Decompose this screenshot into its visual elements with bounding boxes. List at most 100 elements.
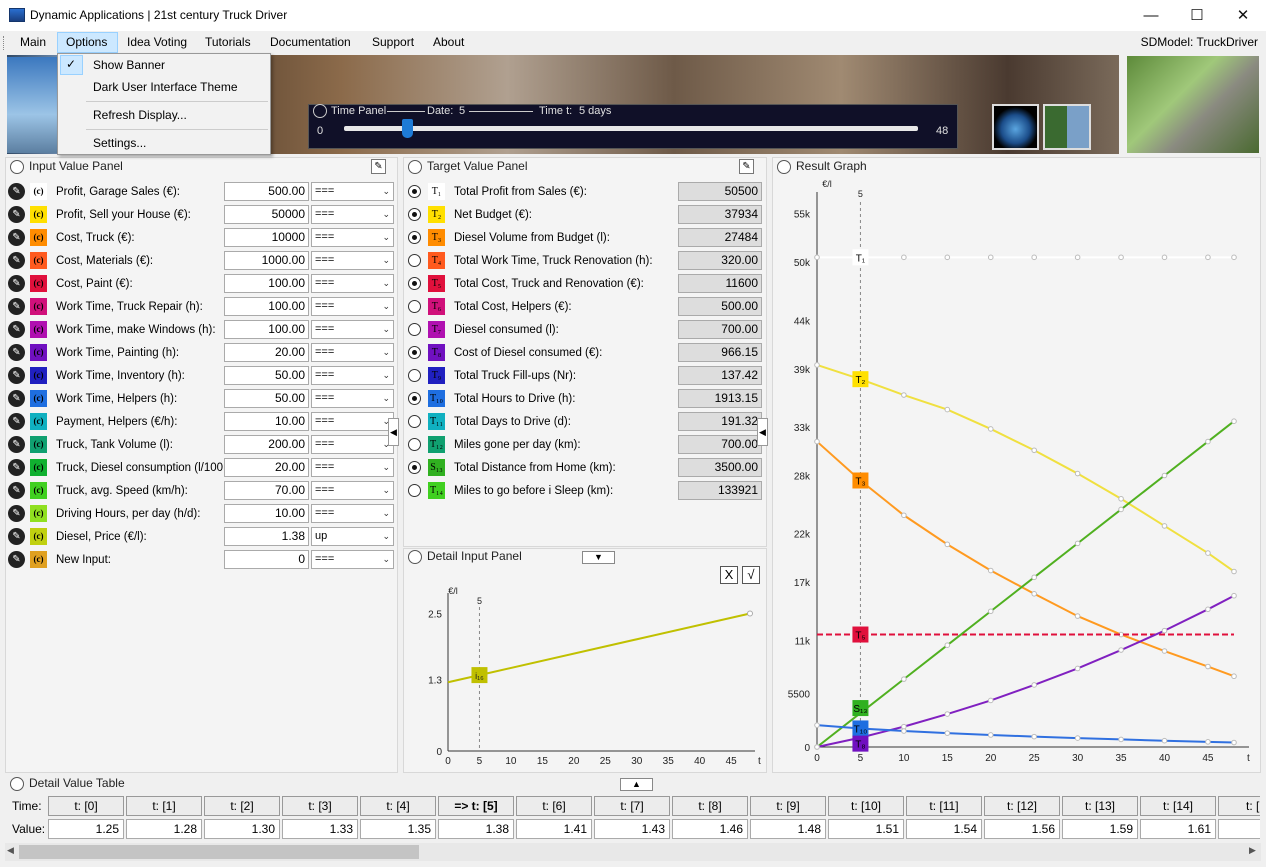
input-value-field[interactable]: 10000 xyxy=(224,228,309,247)
edit-pencil-icon[interactable]: ✎ xyxy=(8,183,25,200)
input-value-field[interactable]: 50000 xyxy=(224,205,309,224)
value-cell[interactable]: 1.56 xyxy=(984,819,1060,839)
value-cell[interactable]: 1.28 xyxy=(126,819,202,839)
edit-pencil-icon[interactable]: ✎ xyxy=(8,252,25,269)
target-radio[interactable] xyxy=(408,231,421,244)
edit-pencil-icon[interactable]: ✎ xyxy=(8,321,25,338)
time-slider-thumb[interactable] xyxy=(402,119,413,138)
target-radio[interactable] xyxy=(408,484,421,497)
edit-pencil-icon[interactable]: ✎ xyxy=(8,528,25,545)
input-mode-select[interactable]: === ⌄ xyxy=(311,435,394,454)
value-cell[interactable]: 1.43 xyxy=(594,819,670,839)
value-cell[interactable]: 1.38 xyxy=(438,819,514,839)
input-mode-select[interactable]: === ⌄ xyxy=(311,182,394,201)
time-cell[interactable]: t: [12] xyxy=(984,796,1060,816)
input-value-field[interactable]: 1000.00 xyxy=(224,251,309,270)
edit-pencil-icon[interactable]: ✎ xyxy=(8,482,25,499)
close-button[interactable]: ✕ xyxy=(1220,0,1266,31)
result-graph-chart[interactable]: 55k 50k 44k 39k 33k 28k 22k 17k 11k 5500 00 5 10 15 20… xyxy=(774,174,1260,772)
target-radio[interactable] xyxy=(408,254,421,267)
target-radio[interactable] xyxy=(408,415,421,428)
value-cell[interactable]: 1.51 xyxy=(828,819,904,839)
target-radio[interactable] xyxy=(408,461,421,474)
input-mode-select[interactable]: === ⌄ xyxy=(311,389,394,408)
edit-pencil-icon[interactable]: ✎ xyxy=(8,459,25,476)
input-mode-select[interactable]: === ⌄ xyxy=(311,274,394,293)
input-value-field[interactable]: 0 xyxy=(224,550,309,569)
edit-pencil-icon[interactable]: ✎ xyxy=(8,413,25,430)
value-cell[interactable]: 1.25 xyxy=(48,819,124,839)
target-radio[interactable] xyxy=(408,438,421,451)
scroll-right-icon[interactable]: ▶ xyxy=(1249,845,1256,856)
edit-pencil-icon[interactable]: ✎ xyxy=(8,436,25,453)
input-value-field[interactable]: 10.00 xyxy=(224,412,309,431)
edit-pencil-icon[interactable]: ✎ xyxy=(8,275,25,292)
accept-button[interactable]: √ xyxy=(742,566,760,584)
menu-tutorials[interactable]: Tutorials xyxy=(205,35,251,49)
time-cell[interactable]: t: [3] xyxy=(282,796,358,816)
time-cell[interactable]: t: [9] xyxy=(750,796,826,816)
scroll-left-icon[interactable]: ◀ xyxy=(7,845,14,856)
collapse-arrow-icon[interactable]: ◀ xyxy=(757,418,768,446)
target-radio[interactable] xyxy=(408,369,421,382)
input-mode-select[interactable]: === ⌄ xyxy=(311,504,394,523)
input-mode-select[interactable]: === ⌄ xyxy=(311,297,394,316)
input-value-field[interactable]: 20.00 xyxy=(224,343,309,362)
edit-pencil-icon[interactable]: ✎ xyxy=(8,206,25,223)
target-radio[interactable] xyxy=(408,208,421,221)
input-mode-select[interactable]: === ⌄ xyxy=(311,458,394,477)
time-cell[interactable]: t: [6] xyxy=(516,796,592,816)
edit-icon[interactable]: ✎ xyxy=(371,159,386,174)
time-cell[interactable]: t: [13] xyxy=(1062,796,1138,816)
input-mode-select[interactable]: === ⌄ xyxy=(311,228,394,247)
edit-pencil-icon[interactable]: ✎ xyxy=(8,390,25,407)
menu-main[interactable]: Main xyxy=(20,35,46,49)
input-mode-select[interactable]: === ⌄ xyxy=(311,320,394,339)
menu-options[interactable]: Options xyxy=(66,35,107,49)
collapse-down-icon[interactable]: ▼ xyxy=(582,551,615,564)
edit-pencil-icon[interactable]: ✎ xyxy=(8,298,25,315)
input-mode-select[interactable]: === ⌄ xyxy=(311,366,394,385)
value-cell[interactable]: 1.41 xyxy=(516,819,592,839)
target-radio[interactable] xyxy=(408,346,421,359)
menu-documentation[interactable]: Documentation xyxy=(270,35,351,49)
input-value-field[interactable]: 500.00 xyxy=(224,182,309,201)
minimize-button[interactable]: — xyxy=(1128,0,1174,31)
target-radio[interactable] xyxy=(408,323,421,336)
time-cell[interactable]: t: [14] xyxy=(1140,796,1216,816)
input-mode-select[interactable]: up ⌄ xyxy=(311,527,394,546)
value-cell[interactable] xyxy=(1218,819,1260,839)
input-mode-select[interactable]: === ⌄ xyxy=(311,481,394,500)
value-cell[interactable]: 1.59 xyxy=(1062,819,1138,839)
value-cell[interactable]: 1.30 xyxy=(204,819,280,839)
target-radio[interactable] xyxy=(408,277,421,290)
time-cell[interactable]: t: [11] xyxy=(906,796,982,816)
time-slider-track[interactable] xyxy=(344,126,918,131)
time-cell[interactable]: t: [4] xyxy=(360,796,436,816)
detail-input-chart[interactable]: 2.5 1.3 00 5 10 15 20 25 30 35 40 45 t €/l 5 i₁₆ xyxy=(405,585,765,771)
value-cell[interactable]: 1.33 xyxy=(282,819,358,839)
time-cell[interactable]: t: [1] xyxy=(126,796,202,816)
menu-dark-theme[interactable]: Dark User Interface Theme xyxy=(59,76,269,98)
menu-idea-voting[interactable]: Idea Voting xyxy=(127,35,187,49)
input-mode-select[interactable]: === ⌄ xyxy=(311,550,394,569)
edit-pencil-icon[interactable]: ✎ xyxy=(8,551,25,568)
input-value-field[interactable]: 1.38 xyxy=(224,527,309,546)
input-mode-select[interactable]: === ⌄ xyxy=(311,205,394,224)
menu-settings[interactable]: Settings... xyxy=(59,132,269,154)
time-cell[interactable]: t: [0] xyxy=(48,796,124,816)
time-cell[interactable]: t: [1 xyxy=(1218,796,1260,816)
image-grid-thumbnail[interactable] xyxy=(1043,104,1091,150)
edit-pencil-icon[interactable]: ✎ xyxy=(8,367,25,384)
value-cell[interactable]: 1.46 xyxy=(672,819,748,839)
target-radio[interactable] xyxy=(408,392,421,405)
edit-icon[interactable]: ✎ xyxy=(739,159,754,174)
edit-pencil-icon[interactable]: ✎ xyxy=(8,229,25,246)
input-mode-select[interactable]: === ⌄ xyxy=(311,343,394,362)
input-value-field[interactable]: 50.00 xyxy=(224,366,309,385)
time-cell[interactable]: t: [7] xyxy=(594,796,670,816)
time-cell[interactable]: t: [2] xyxy=(204,796,280,816)
input-value-field[interactable]: 20.00 xyxy=(224,458,309,477)
collapse-up-icon[interactable]: ▲ xyxy=(620,778,653,791)
earth-thumbnail[interactable] xyxy=(992,104,1039,150)
